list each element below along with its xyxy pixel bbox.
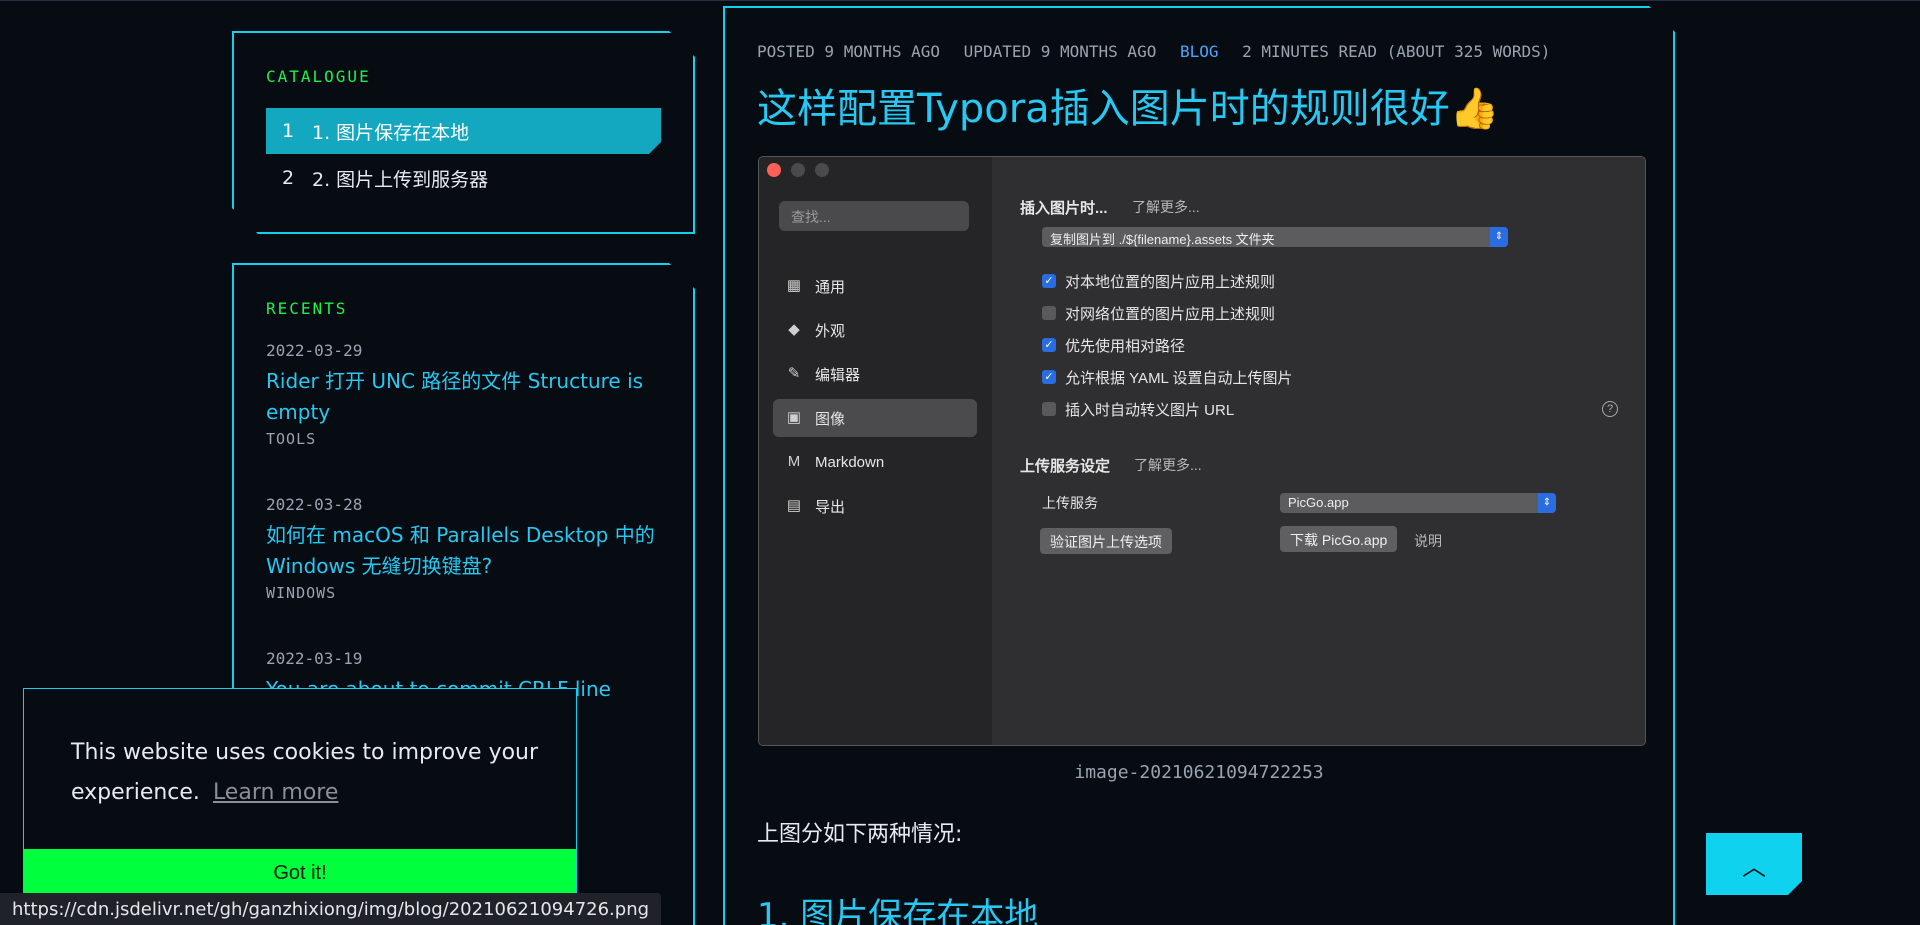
post-title: 这样配置Typora插入图片时的规则很好👍 [757, 86, 1500, 132]
settings-nav-appearance: ◆ 外观 [773, 311, 977, 349]
recent-post-date: 2022-03-29 [266, 341, 363, 360]
settings-nav-label: 编辑器 [815, 366, 861, 384]
checkbox-yaml-upload: ✓ [1042, 370, 1056, 384]
chevron-updown-icon: ⇕ [1490, 227, 1508, 247]
recent-post-category[interactable]: WINDOWS [266, 584, 666, 602]
chevron-up-icon: ︿ [1742, 852, 1766, 881]
read-time: 2 MINUTES READ (ABOUT 325 WORDS) [1242, 42, 1551, 61]
checkbox-relative-path: ✓ [1042, 338, 1056, 352]
explain-link: 说明 [1414, 533, 1442, 549]
upload-learn-more-link: 了解更多... [1134, 457, 1202, 473]
settings-nav-general: ▦ 通用 [773, 267, 977, 305]
toc-item-label: 1. 图片保存在本地 [312, 121, 470, 144]
checkbox-local-images: ✓ [1042, 274, 1056, 288]
catalogue-title: CATALOGUE [266, 67, 371, 86]
download-picgo-button: 下载 PicGo.app [1280, 526, 1397, 552]
settings-nav-label: 通用 [815, 278, 846, 296]
checkbox-label: 优先使用相对路径 [1065, 338, 1186, 355]
recent-post-category[interactable]: TOOLS [266, 430, 666, 448]
settings-sidebar: 查找... ▦ 通用 ◆ 外观 ✎ 编辑器 ▣ 图像 M Markdown ▤ … [759, 157, 992, 745]
toc-item-label: 2. 图片上传到服务器 [312, 168, 489, 191]
settings-nav-label: 图像 [815, 410, 846, 428]
verify-upload-button: 验证图片上传选项 [1040, 528, 1172, 554]
settings-pane: 插入图片时... 了解更多... 复制图片到 ./${filename}.ass… [992, 157, 1645, 745]
settings-nav-label: 外观 [815, 322, 846, 340]
checkbox-label: 插入时自动转义图片 URL [1065, 402, 1235, 419]
recent-post-date: 2022-03-19 [266, 649, 363, 668]
upload-section-title: 上传服务设定 [1020, 458, 1111, 475]
image-icon: ▣ [786, 409, 802, 426]
settings-nav-editor: ✎ 编辑器 [773, 355, 977, 393]
checkbox-label: 对网络位置的图片应用上述规则 [1065, 306, 1276, 323]
category-link[interactable]: BLOG [1180, 42, 1219, 61]
settings-nav-image: ▣ 图像 [773, 399, 977, 437]
recent-post-item: 2022-03-28 如何在 macOS 和 Parallels Desktop… [266, 495, 666, 602]
posted-time: POSTED 9 MONTHS AGO [757, 42, 941, 61]
checkbox-escape-url [1042, 402, 1056, 416]
settings-nav-export: ▤ 导出 [773, 487, 977, 525]
section-heading: 1. 图片保存在本地 [757, 896, 1039, 925]
image-caption: image-20210621094722253 [1074, 762, 1324, 783]
insert-rule-select: 复制图片到 ./${filename}.assets 文件夹 ⇕ [1042, 227, 1508, 247]
paint-bucket-icon: ◆ [788, 321, 800, 338]
maximize-window-icon [815, 163, 829, 177]
typora-settings-screenshot[interactable]: 查找... ▦ 通用 ◆ 外观 ✎ 编辑器 ▣ 图像 M Markdown ▤ … [758, 156, 1646, 746]
settings-nav-label: Markdown [815, 453, 885, 471]
select-value: PicGo.app [1288, 495, 1349, 510]
cookie-learn-more-link[interactable]: Learn more [213, 780, 338, 805]
post-paragraph: 上图分如下两种情况: [757, 822, 963, 847]
learn-more-link: 了解更多... [1132, 199, 1200, 215]
grid-icon: ▦ [786, 277, 802, 294]
toc-item-number: 2 [282, 167, 295, 189]
checkbox-label: 允许根据 YAML 设置自动上传图片 [1065, 370, 1293, 387]
checkbox-network-images [1042, 306, 1056, 320]
post-meta: POSTED 9 MONTHS AGO UPDATED 9 MONTHS AGO… [757, 42, 1564, 61]
printer-icon: ▤ [786, 497, 802, 514]
close-window-icon [767, 163, 781, 177]
recents-title: RECENTS [266, 299, 348, 318]
article-card: POSTED 9 MONTHS AGO UPDATED 9 MONTHS AGO… [723, 6, 1675, 925]
upload-service-label: 上传服务 [1042, 495, 1098, 511]
browser-status-url: https://cdn.jsdelivr.net/gh/ganzhixiong/… [0, 893, 662, 925]
help-icon: ? [1602, 401, 1618, 417]
markdown-icon: M [787, 453, 801, 470]
insert-image-label: 插入图片时... [1020, 200, 1108, 217]
toc-item-1[interactable]: 1 1. 图片保存在本地 [266, 108, 661, 154]
back-to-top-button[interactable]: ︿ [1706, 833, 1802, 895]
toc-item-number: 1 [282, 120, 295, 142]
minimize-window-icon [791, 163, 805, 177]
checkbox-label: 对本地位置的图片应用上述规则 [1065, 274, 1276, 291]
recent-post-link[interactable]: 如何在 macOS 和 Parallels Desktop 中的 Windows… [266, 520, 666, 582]
recent-post-link[interactable]: Rider 打开 UNC 路径的文件 Structure is empty [266, 366, 666, 428]
recent-post-item: 2022-03-29 Rider 打开 UNC 路径的文件 Structure … [266, 341, 666, 448]
cookie-accept-button[interactable]: Got it! [24, 849, 576, 897]
upload-service-select: PicGo.app ⇕ [1280, 493, 1556, 513]
updated-time: UPDATED 9 MONTHS AGO [963, 42, 1157, 61]
catalogue-card: CATALOGUE 1 1. 图片保存在本地 2 2. 图片上传到服务器 [232, 31, 695, 234]
settings-nav-label: 导出 [815, 498, 846, 516]
chevron-updown-icon: ⇕ [1538, 493, 1556, 513]
settings-nav-markdown: M Markdown [773, 443, 977, 481]
toc-item-2[interactable]: 2 2. 图片上传到服务器 [266, 155, 661, 201]
settings-search-box: 查找... [779, 201, 969, 231]
recent-post-date: 2022-03-28 [266, 495, 363, 514]
pencil-icon: ✎ [787, 365, 801, 382]
select-value: 复制图片到 ./${filename}.assets 文件夹 [1050, 232, 1275, 247]
cookie-message-block: This website uses cookies to improve you… [71, 733, 541, 813]
top-border [0, 0, 1920, 1]
cookie-banner: This website uses cookies to improve you… [23, 688, 577, 925]
